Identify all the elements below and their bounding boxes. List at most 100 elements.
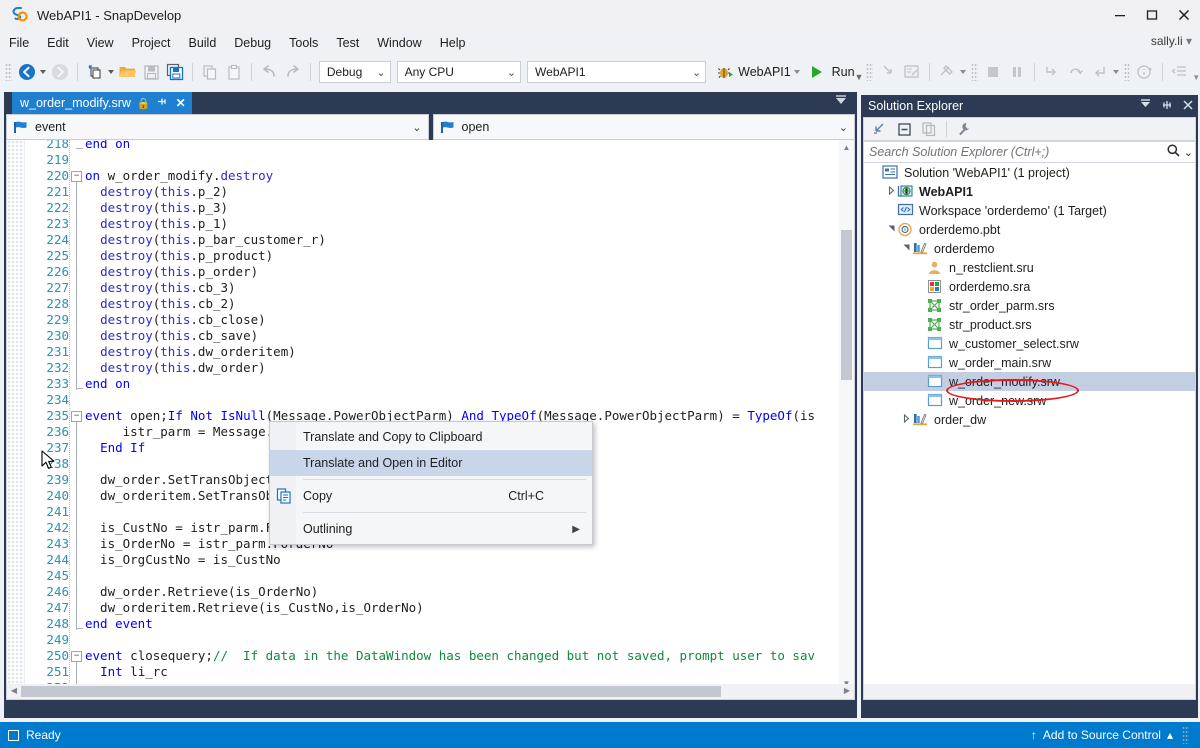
breakpoint-window-icon — [900, 60, 924, 84]
editor-vscroll-thumb[interactable] — [841, 230, 852, 380]
maximize-button[interactable] — [1136, 0, 1168, 30]
user-account-button[interactable]: sally.li ▾ — [1151, 34, 1192, 48]
platform-combo[interactable]: Any CPU ⌄ — [396, 61, 522, 83]
fold-collapse-icon[interactable]: − — [71, 410, 82, 422]
code-line-number: 240 — [46, 488, 69, 503]
debug-target-label[interactable]: WebAPI1 — [738, 65, 791, 79]
step-dropdown-icon — [1112, 70, 1119, 74]
pin-icon[interactable] — [157, 96, 169, 110]
toolbar-grip[interactable] — [1123, 63, 1131, 81]
menu-edit[interactable]: Edit — [38, 32, 78, 54]
menu-tools[interactable]: Tools — [280, 32, 327, 54]
tree-item-solution-webapi1-1-project[interactable]: Solution 'WebAPI1' (1 project) — [864, 163, 1195, 182]
tree-item-orderdemo[interactable]: orderdemo — [864, 239, 1195, 258]
context-menu-item-translate-copy[interactable]: Translate and Copy to Clipboard — [270, 424, 592, 450]
startup-project-combo[interactable]: WebAPI1 ⌄ — [527, 61, 707, 83]
close-icon[interactable]: ✕ — [176, 96, 186, 110]
solution-explorer-hscrollbar[interactable] — [863, 684, 1196, 700]
code-line-text: end on — [85, 140, 131, 151]
menu-help[interactable]: Help — [431, 32, 475, 54]
fold-guide-line — [76, 182, 77, 390]
tree-item-webapi1[interactable]: WebAPI1 — [864, 182, 1195, 201]
navigate-back-icon[interactable] — [15, 60, 39, 84]
solution-explorer-tree[interactable]: Solution 'WebAPI1' (1 project) WebAPI1 Wor… — [863, 163, 1196, 695]
run-dropdown-icon[interactable]: ▼ — [855, 60, 864, 84]
menu-file[interactable]: File — [0, 32, 38, 54]
scroll-up-icon[interactable]: ▲ — [839, 140, 854, 155]
event-flag-icon — [13, 120, 29, 134]
code-line-number: 228 — [46, 296, 69, 311]
run-button-label[interactable]: Run — [832, 65, 855, 79]
editor-vertical-scrollbar[interactable]: ▲ ▼ — [839, 140, 854, 691]
fold-collapse-icon[interactable]: − — [71, 650, 82, 662]
editor-tab-w-order-modify[interactable]: w_order_modify.srw 🔒 ✕ — [12, 92, 192, 114]
scroll-right-icon[interactable]: ▶ — [840, 684, 854, 698]
menu-view[interactable]: View — [78, 32, 123, 54]
code-line-text: dw_orderitem.Retrieve(is_CustNo,is_Order… — [85, 600, 424, 615]
tree-item-workspace-orderdemo-1-target[interactable]: Workspace 'orderdemo' (1 Target) — [864, 201, 1195, 220]
minimize-button[interactable] — [1104, 0, 1136, 30]
fold-collapse-icon[interactable]: − — [71, 170, 82, 182]
code-line-number: 218 — [46, 140, 69, 151]
scroll-left-icon[interactable]: ◀ — [7, 684, 21, 698]
context-menu-item-copy[interactable]: Copy Ctrl+C — [270, 483, 592, 509]
close-button[interactable] — [1168, 0, 1200, 30]
tree-item-n-restclient-sru[interactable]: n_restclient.sru — [864, 258, 1195, 277]
chevron-collapsed-icon[interactable] — [900, 413, 912, 425]
toolbar-separator — [1033, 63, 1035, 81]
configuration-combo[interactable]: Debug ⌄ — [318, 61, 391, 83]
source-control-chevron-icon[interactable]: ▴ — [1167, 728, 1173, 742]
tree-item-w-order-new-srw[interactable]: w_order_new.srw — [864, 391, 1195, 410]
context-menu-item-outlining[interactable]: Outlining ▶ — [270, 516, 592, 542]
new-item-icon[interactable] — [83, 60, 107, 84]
tree-item-orderdemo-pbt[interactable]: orderdemo.pbt — [864, 220, 1195, 239]
collapse-all-icon[interactable] — [868, 119, 890, 139]
bug-icon — [713, 60, 737, 84]
menu-build[interactable]: Build — [179, 32, 225, 54]
code-editor[interactable]: 218 end on 219 220 on w_order_modify.destroy… — [6, 140, 855, 692]
menu-window[interactable]: Window — [368, 32, 430, 54]
editor-hscroll-thumb[interactable] — [21, 686, 721, 697]
context-menu-item-translate-open[interactable]: Translate and Open in Editor — [270, 450, 592, 476]
tree-item-str-product-srs[interactable]: str_product.srs — [864, 315, 1195, 334]
chevron-down-icon: ⌄ — [838, 121, 848, 134]
chevron-expanded-icon[interactable] — [900, 243, 912, 254]
show-all-files-icon[interactable] — [893, 119, 915, 139]
close-icon[interactable] — [1182, 99, 1194, 114]
pin-icon[interactable] — [1161, 99, 1173, 114]
debug-target-dropdown-icon[interactable] — [793, 70, 800, 74]
chevron-collapsed-icon[interactable] — [885, 185, 897, 197]
chevron-down-icon[interactable]: ⌄ — [1184, 146, 1193, 159]
new-dropdown-icon[interactable] — [107, 70, 114, 74]
code-line-number: 226 — [46, 264, 69, 279]
redo-icon — [281, 60, 305, 84]
toolbar-grip[interactable] — [866, 63, 874, 81]
wrench-icon[interactable] — [953, 119, 975, 139]
editor-horizontal-scrollbar[interactable]: ◀ ▶ — [6, 684, 855, 700]
tree-item-orderdemo-sra[interactable]: orderdemo.sra — [864, 277, 1195, 296]
resize-grip[interactable] — [1182, 726, 1189, 744]
toolbar-grip[interactable] — [971, 63, 979, 81]
tree-item-str-order-parm-srs[interactable]: str_order_parm.srs — [864, 296, 1195, 315]
code-line-number: 246 — [46, 584, 69, 599]
menu-project[interactable]: Project — [123, 32, 180, 54]
menu-debug[interactable]: Debug — [225, 32, 280, 54]
tab-overflow-icon[interactable] — [833, 95, 849, 110]
dropdown-icon[interactable] — [1139, 99, 1152, 113]
search-solution-explorer-input[interactable]: Search Solution Explorer (Ctrl+;) ⌄ — [863, 141, 1196, 163]
chevron-expanded-icon[interactable] — [885, 224, 897, 235]
tree-item-w-customer-select-srw[interactable]: w_customer_select.srw — [864, 334, 1195, 353]
tree-item-w-order-modify-srw[interactable]: w_order_modify.srw — [864, 372, 1195, 391]
add-to-source-control-button[interactable]: Add to Source Control — [1043, 728, 1161, 742]
back-dropdown-icon[interactable] — [39, 70, 46, 74]
save-all-icon[interactable] — [163, 60, 187, 84]
tree-item-order-dw[interactable]: order_dw — [864, 410, 1195, 429]
open-folder-icon[interactable] — [116, 60, 140, 84]
event-scope-combo[interactable]: event ⌄ — [6, 114, 429, 140]
tree-item-w-order-main-srw[interactable]: w_order_main.srw — [864, 353, 1195, 372]
run-play-icon[interactable] — [805, 60, 829, 84]
event-member-combo[interactable]: open ⌄ — [432, 114, 855, 140]
toolbar-grip[interactable] — [5, 63, 12, 81]
menu-test[interactable]: Test — [327, 32, 368, 54]
search-icon[interactable] — [1166, 143, 1181, 161]
